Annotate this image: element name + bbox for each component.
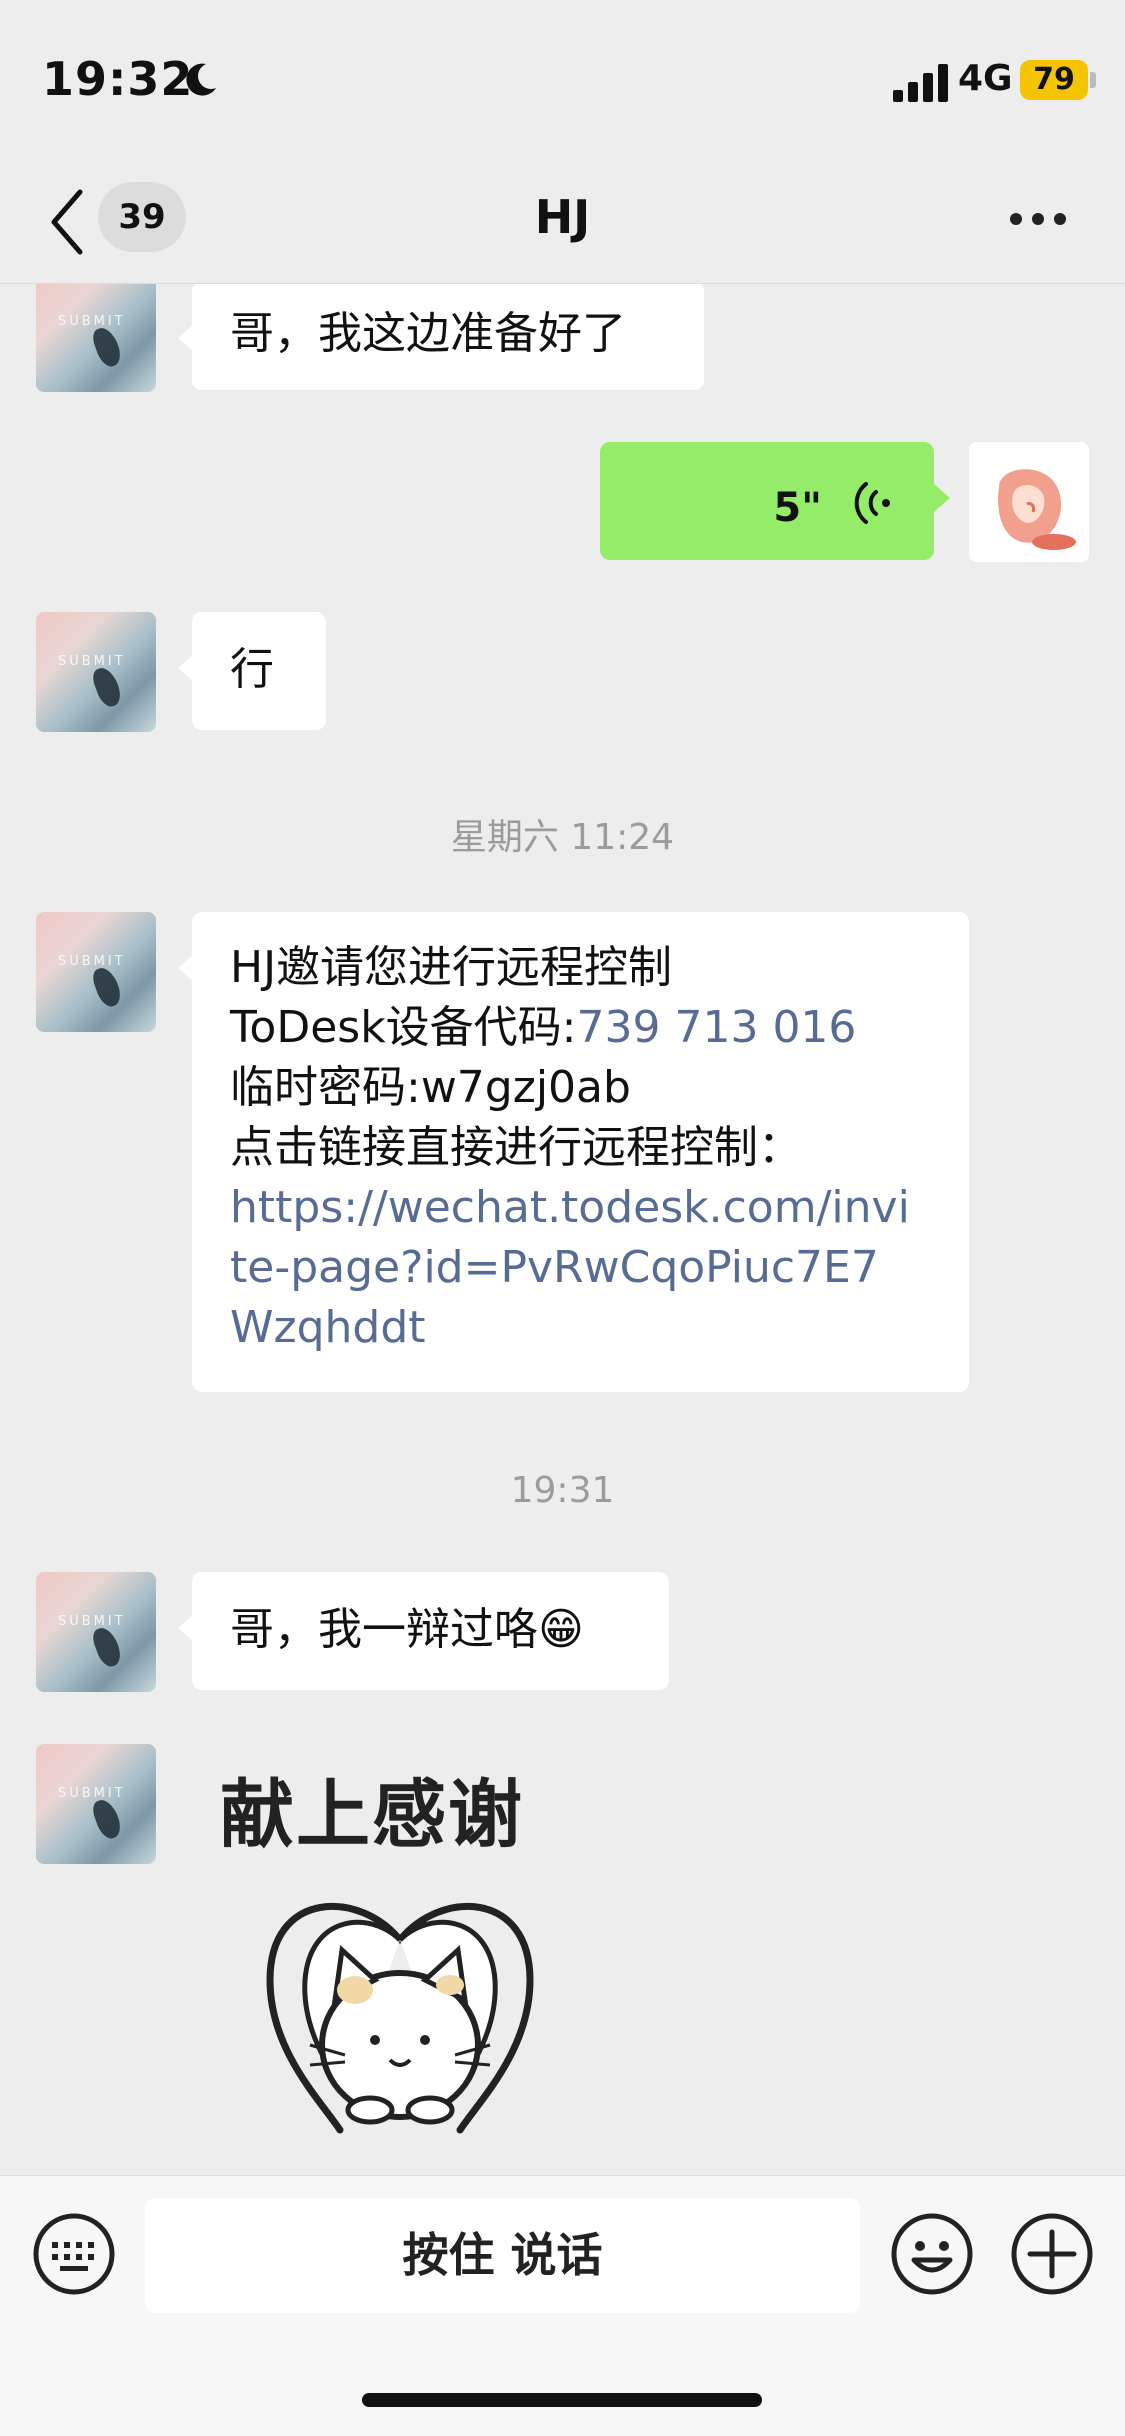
battery-icon: 79 — [1020, 60, 1088, 100]
voice-wave-icon — [854, 482, 890, 524]
message-bubble[interactable]: 行 — [178, 612, 326, 730]
signal-icon — [893, 62, 949, 102]
message-text: 哥，我一辩过咯 — [230, 1604, 538, 1655]
chat-title: HJ — [534, 190, 591, 244]
hold-to-talk-button[interactable]: 按住 说话 — [145, 2198, 860, 2313]
todesk-invite-bubble[interactable]: HJ邀请您进行远程控制 ToDesk设备代码:739 713 016 临时密码:… — [178, 912, 969, 1392]
keyboard-icon[interactable] — [32, 2212, 116, 2296]
device-code-label: ToDesk设备代码: — [230, 1002, 577, 1053]
contact-avatar[interactable]: SUBMIT — [36, 1744, 156, 1864]
contact-avatar[interactable]: SUBMIT — [36, 272, 156, 392]
status-bar: 19:32 4G 79 — [0, 0, 1125, 160]
chat-nav-bar: 39 HJ — [0, 160, 1125, 284]
contact-avatar[interactable]: SUBMIT — [36, 612, 156, 732]
voice-duration: 5" — [773, 485, 822, 531]
message-bubble[interactable]: 哥，我这边准备好了 — [178, 282, 704, 390]
message-text: 哥，我这边准备好了 — [230, 308, 626, 359]
invite-link[interactable]: te-page?id=PvRwCqoPiuc7E7 — [230, 1238, 931, 1298]
grin-emoji-icon: 😁 — [538, 1604, 584, 1655]
plus-icon[interactable] — [1010, 2212, 1094, 2296]
network-type: 4G — [958, 58, 1013, 99]
status-time: 19:32 — [42, 52, 194, 106]
todesk-line: HJ邀请您进行远程控制 — [230, 942, 673, 993]
invite-link[interactable]: https://wechat.todesk.com/invi — [230, 1178, 931, 1238]
todesk-line: ToDesk设备代码:739 713 016 — [230, 998, 931, 1058]
peach-icon — [969, 442, 1089, 562]
self-avatar[interactable] — [969, 442, 1089, 562]
device-code-link[interactable]: 739 713 016 — [577, 1002, 857, 1053]
message-text: 行 — [230, 644, 274, 695]
more-options-icon[interactable] — [1010, 210, 1070, 230]
todesk-line: 点击链接直接进行远程控制： — [230, 1122, 802, 1173]
timestamp: 19:31 — [510, 1470, 615, 1511]
moon-icon — [186, 63, 216, 96]
message-bubble[interactable]: 哥，我一辩过咯😁 — [178, 1572, 669, 1690]
voice-message-bubble[interactable]: 5" — [600, 442, 950, 560]
sticker-caption: 献上感谢 — [220, 1772, 524, 1858]
timestamp: 星期六 11:24 — [450, 817, 675, 858]
home-indicator — [362, 2393, 762, 2407]
battery-tip — [1090, 72, 1096, 88]
cat-heart-icon — [266, 1902, 534, 2134]
thanks-cat-sticker[interactable]: 献上感谢 — [210, 1755, 590, 2155]
todesk-password: 临时密码:w7gzj0ab — [230, 1062, 631, 1113]
contact-avatar[interactable]: SUBMIT — [36, 1572, 156, 1692]
invite-link[interactable]: Wzqhddt — [230, 1298, 931, 1358]
contact-avatar[interactable]: SUBMIT — [36, 912, 156, 1032]
emoji-icon[interactable] — [890, 2212, 974, 2296]
